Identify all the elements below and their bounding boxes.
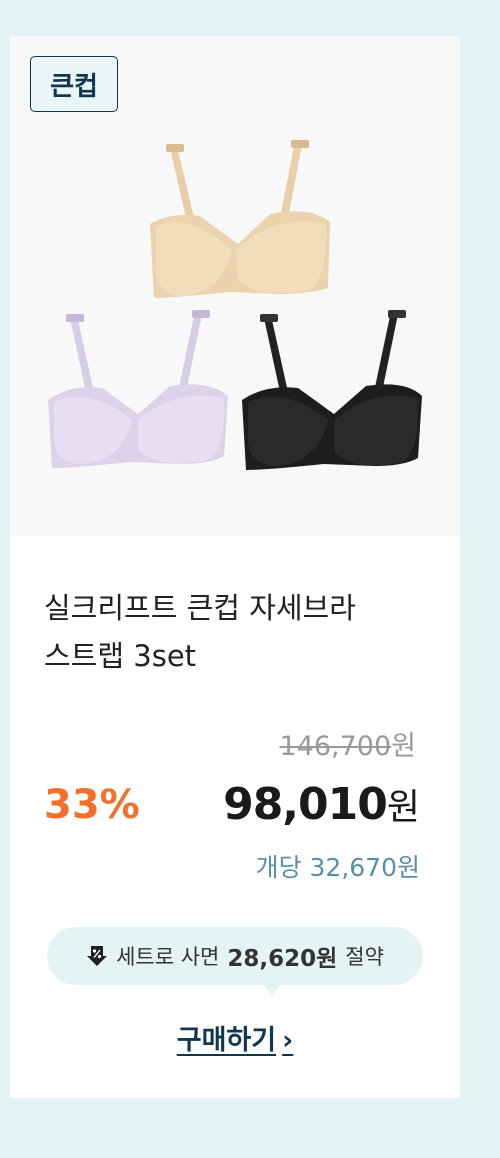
savings-tooltip: 세트로 사면 28,620원 절약 <box>47 927 423 997</box>
per-unit-price: 개당 32,670원 <box>255 853 420 882</box>
chevron-right-icon: › <box>282 1025 294 1056</box>
product-title[interactable]: 실크리프트 큰컵 자세브라 스트랩 3set <box>44 584 434 680</box>
sale-price-value: 98,010 <box>223 779 388 830</box>
beige-bra-image <box>150 140 330 298</box>
product-title-line1: 실크리프트 큰컵 자세브라 <box>44 591 356 625</box>
savings-amount: 28,620원 <box>227 946 338 972</box>
sale-price-unit: 원 <box>386 787 420 828</box>
product-card[interactable]: 큰컵 실크리프트 큰컵 자세브라 스트랩 3set 146,700원 33% 9… <box>10 36 460 1098</box>
sale-price: 98,010원 <box>223 778 420 830</box>
lavender-bra-image <box>48 310 228 468</box>
original-price-unit: 원 <box>391 731 416 762</box>
product-title-line2: 스트랩 3set <box>44 639 197 673</box>
percent-down-arrow-icon <box>87 946 108 966</box>
buy-button-label: 구매하기 <box>176 1025 277 1056</box>
savings-suffix: 절약 <box>345 945 384 969</box>
original-price-value: 146,700 <box>279 731 392 762</box>
product-image[interactable]: 큰컵 <box>10 36 460 536</box>
badge-big-cup: 큰컵 <box>30 56 118 112</box>
discount-rate: 33% <box>44 782 140 828</box>
black-bra-image <box>242 310 422 470</box>
buy-button[interactable]: 구매하기 › <box>10 1018 460 1057</box>
savings-prefix: 세트로 사면 <box>116 945 220 969</box>
original-price: 146,700원 <box>280 724 417 763</box>
